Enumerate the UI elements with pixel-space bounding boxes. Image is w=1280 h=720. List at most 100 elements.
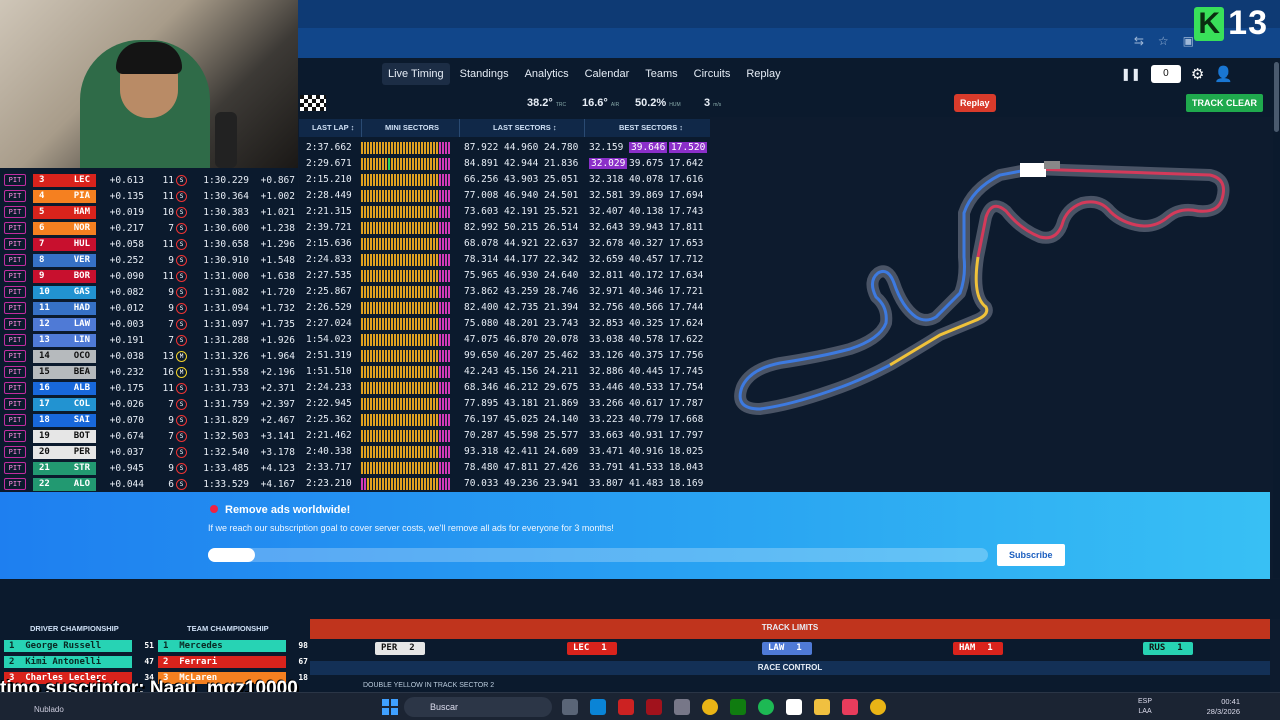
gap: +4.123 bbox=[260, 462, 295, 474]
driver-row[interactable]: PIT 12 LAW +0.003 7 S 1:31.097 +1.735 bbox=[0, 316, 298, 332]
last-sector-1: 70.287 bbox=[464, 430, 499, 441]
team-standing-row[interactable]: 2 Ferrari 67 bbox=[158, 656, 308, 668]
driver-tag: 14 OCO bbox=[33, 349, 96, 363]
driver-standing-row[interactable]: 2 Kimi Antonelli 47 bbox=[4, 656, 154, 668]
clock[interactable]: 00:41 28/3/2026 bbox=[1207, 697, 1240, 717]
pause-icon[interactable]: ❚❚ bbox=[1121, 67, 1141, 81]
driver-row[interactable]: PIT 5 HAM +0.019 10 S 1:30.383 +1.021 bbox=[0, 204, 298, 220]
track-limit-badge: PER 2 bbox=[375, 642, 425, 655]
timing-row: 2:25.362 76.197 45.025 24.140 33.223 40.779 17… bbox=[299, 412, 710, 428]
tab-live-timing[interactable]: Live Timing bbox=[382, 63, 450, 85]
scrollbar[interactable] bbox=[1273, 58, 1280, 578]
interval: +0.044 bbox=[109, 478, 144, 490]
xbox-icon[interactable] bbox=[730, 699, 746, 715]
tab-replay[interactable]: Replay bbox=[740, 63, 786, 85]
driver-row[interactable]: PIT 10 GAS +0.082 9 S 1:31.082 +1.720 bbox=[0, 284, 298, 300]
driver-row[interactable]: PIT 21 STR +0.945 9 S 1:33.485 +4.123 bbox=[0, 460, 298, 476]
language-indicator[interactable]: ESP LAA bbox=[1138, 697, 1152, 717]
driver-row[interactable]: PIT 3 LEC +0.613 11 S 1:30.229 +0.867 bbox=[0, 172, 298, 188]
app-icon-3[interactable] bbox=[674, 699, 690, 715]
weather-bar: 38.2° TRC 16.6° AIR 50.2% HUM 3 m/s Repl… bbox=[298, 90, 1273, 117]
pit-badge: PIT bbox=[4, 174, 26, 186]
translate-icon[interactable]: ⇆ bbox=[1134, 34, 1144, 48]
driver-row[interactable]: PIT 15 BEA +0.232 16 M 1:31.558 +2.196 bbox=[0, 364, 298, 380]
last-sector-3: 25.462 bbox=[544, 350, 579, 361]
tyre-icon: S bbox=[176, 382, 187, 394]
team-standing-row[interactable]: 1 Mercedes 98 bbox=[158, 640, 308, 652]
timing-row: 2:15.636 68.078 44.921 22.637 32.678 40.327 17… bbox=[299, 236, 710, 252]
driver-row[interactable]: PIT 16 ALB +0.175 11 S 1:31.733 +2.371 bbox=[0, 380, 298, 396]
last-lap: 2:37.662 bbox=[306, 142, 352, 153]
tab-circuits[interactable]: Circuits bbox=[688, 63, 737, 85]
tab-calendar[interactable]: Calendar bbox=[579, 63, 636, 85]
driver-row[interactable]: PIT 13 LIN +0.191 7 S 1:31.288 +1.926 bbox=[0, 332, 298, 348]
driver-row[interactable]: PIT 18 SAI +0.070 9 S 1:31.829 +2.467 bbox=[0, 412, 298, 428]
tab-standings[interactable]: Standings bbox=[454, 63, 515, 85]
best-sector-1: 32.029 bbox=[589, 158, 628, 169]
windows-start-icon[interactable] bbox=[382, 699, 398, 715]
best-sector-2: 40.916 bbox=[629, 446, 664, 457]
driver-standing-row[interactable]: 1 George Russell 51 bbox=[4, 640, 154, 652]
tyre-icon: S bbox=[176, 414, 187, 426]
driver-row[interactable]: PIT 19 BOT +0.674 7 S 1:32.503 +3.141 bbox=[0, 428, 298, 444]
taskbar-search[interactable]: Buscar bbox=[404, 697, 552, 717]
driver-row[interactable]: PIT 22 ALO +0.044 6 S 1:33.529 +4.167 bbox=[0, 476, 298, 492]
subscribe-button[interactable]: Subscribe bbox=[997, 544, 1065, 566]
interval: +0.252 bbox=[109, 254, 144, 266]
gap: +4.167 bbox=[260, 478, 295, 490]
driver-row[interactable]: PIT 9 BOR +0.090 11 S 1:31.000 +1.638 bbox=[0, 268, 298, 284]
user-icon[interactable]: 👤 bbox=[1214, 65, 1233, 83]
best-sector-3: 17.668 bbox=[669, 414, 704, 425]
driver-tag: 3 LEC bbox=[33, 173, 96, 187]
tab-teams[interactable]: Teams bbox=[639, 63, 683, 85]
header-last-lap[interactable]: LAST LAP ↕ bbox=[312, 123, 354, 132]
driver-row[interactable]: PIT 11 HAD +0.012 9 S 1:31.094 +1.732 bbox=[0, 300, 298, 316]
task-view-icon[interactable] bbox=[562, 699, 578, 715]
driver-row[interactable]: PIT 17 COL +0.026 7 S 1:31.759 +2.397 bbox=[0, 396, 298, 412]
tab-analytics[interactable]: Analytics bbox=[519, 63, 575, 85]
gap: +1.296 bbox=[260, 238, 295, 250]
star-icon[interactable]: ☆ bbox=[1158, 34, 1169, 48]
timing-header: LAST LAP ↕ MINI SECTORS LAST SECTORS ↕ B… bbox=[299, 119, 710, 137]
race-control-message: DOUBLE YELLOW IN TRACK SECTOR 2 bbox=[363, 682, 495, 689]
explorer-icon[interactable] bbox=[814, 699, 830, 715]
tiktok-icon[interactable] bbox=[842, 699, 858, 715]
last-sector-2: 49.236 bbox=[504, 478, 539, 489]
best-sector-3: 17.797 bbox=[669, 430, 704, 441]
tyre-icon: S bbox=[176, 238, 187, 250]
best-sector-1: 33.791 bbox=[589, 462, 624, 473]
driver-row[interactable]: PIT 6 NOR +0.217 7 S 1:30.600 +1.238 bbox=[0, 220, 298, 236]
delay-counter[interactable]: 0 bbox=[1150, 65, 1181, 83]
last-sector-1: 77.895 bbox=[464, 398, 499, 409]
driver-row[interactable]: PIT 20 PER +0.037 7 S 1:32.540 +3.178 bbox=[0, 444, 298, 460]
tyre-icon: S bbox=[176, 270, 187, 282]
last-sector-3: 26.514 bbox=[544, 222, 579, 233]
app-icon-2[interactable] bbox=[646, 699, 662, 715]
driver-row[interactable]: PIT 4 PIA +0.135 11 S 1:30.364 +1.002 bbox=[0, 188, 298, 204]
replay-button[interactable]: Replay bbox=[954, 94, 996, 112]
edge-icon[interactable] bbox=[590, 699, 606, 715]
tyre-icon: S bbox=[176, 398, 187, 410]
extensions-icon[interactable]: ▣ bbox=[1183, 34, 1194, 48]
best-sector-1: 32.886 bbox=[589, 366, 624, 377]
chrome-icon-2[interactable] bbox=[870, 699, 886, 715]
driver-tag: 20 PER bbox=[33, 445, 96, 459]
lap-count: 13 bbox=[162, 350, 174, 362]
driver-row[interactable]: PIT 7 HUL +0.058 11 S 1:30.658 +1.296 bbox=[0, 236, 298, 252]
chrome-icon[interactable] bbox=[702, 699, 718, 715]
best-sector-1: 33.807 bbox=[589, 478, 624, 489]
mini-sectors bbox=[361, 446, 457, 458]
pit-badge: PIT bbox=[4, 366, 26, 378]
header-best-sectors[interactable]: BEST SECTORS ↕ bbox=[619, 123, 683, 132]
header-last-sectors[interactable]: LAST SECTORS ↕ bbox=[493, 123, 557, 132]
weather-widget[interactable]: Nublado bbox=[34, 705, 64, 714]
driver-tag: 19 BOT bbox=[33, 429, 96, 443]
driver-row[interactable]: PIT 8 VER +0.252 9 S 1:30.910 +1.548 bbox=[0, 252, 298, 268]
last-lap: 2:21.462 bbox=[306, 430, 352, 441]
gear-icon[interactable]: ⚙ bbox=[1191, 65, 1204, 83]
humidity: 50.2% HUM bbox=[635, 97, 681, 109]
app-icon[interactable] bbox=[618, 699, 634, 715]
driver-row[interactable]: PIT 14 OCO +0.038 13 M 1:31.326 +1.964 bbox=[0, 348, 298, 364]
capcut-icon[interactable] bbox=[786, 699, 802, 715]
spotify-icon[interactable] bbox=[758, 699, 774, 715]
